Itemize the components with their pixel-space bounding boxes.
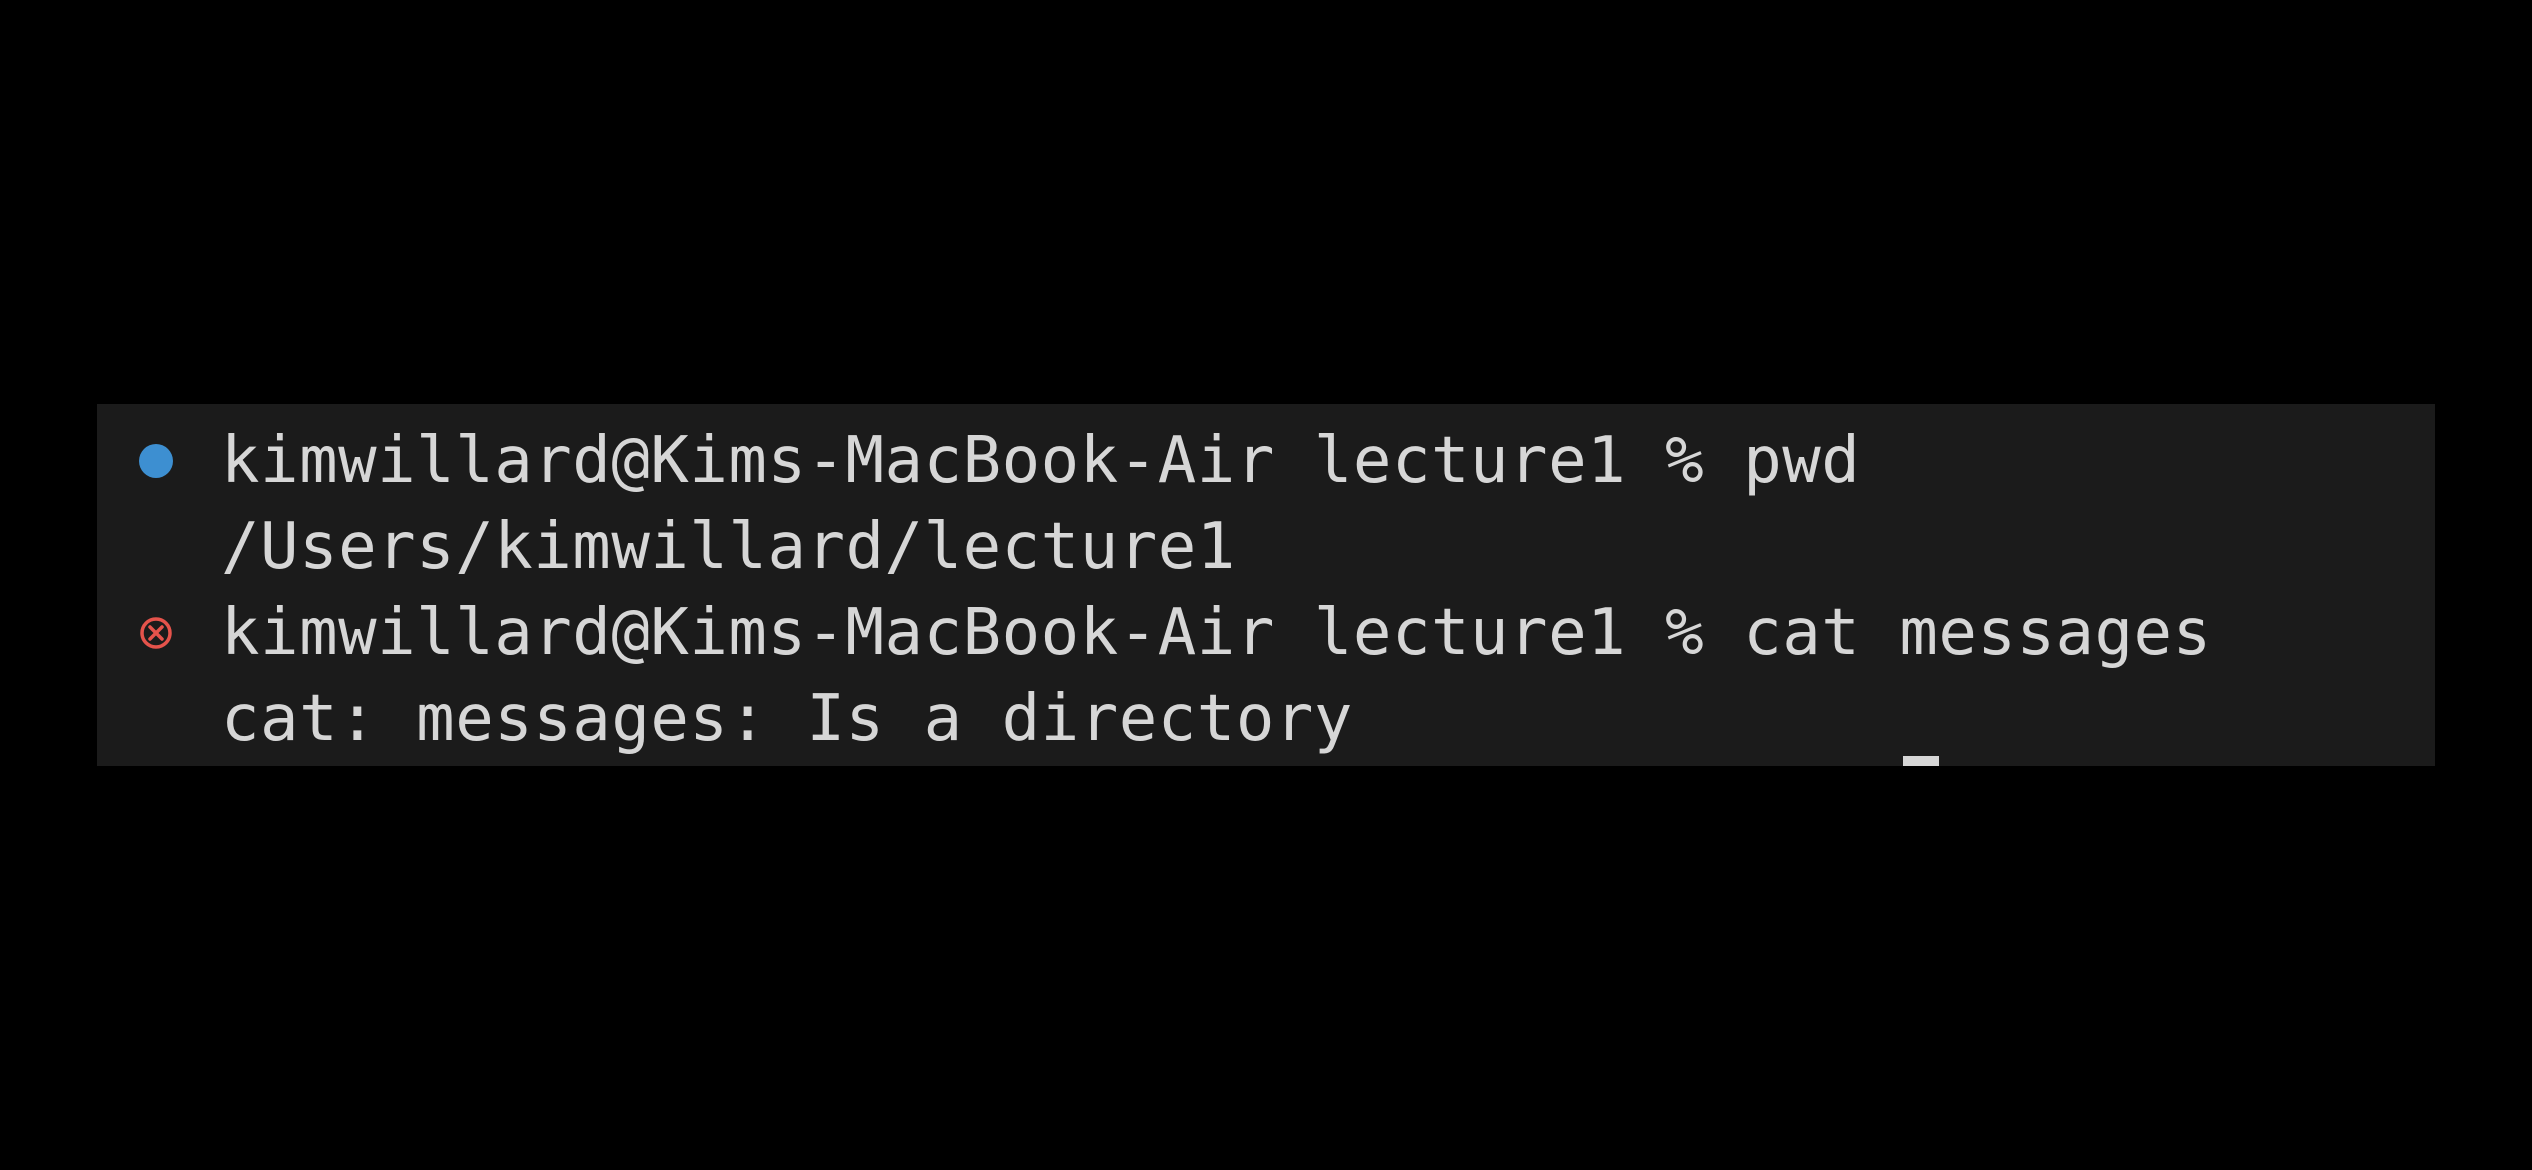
command-success-dot-icon[interactable]: [139, 444, 173, 478]
partial-prompt-text: kimwillard@Kims-MacBook-Air lecture1 %: [221, 754, 1743, 766]
terminal-panel[interactable]: kimwillard@Kims-MacBook-Air lecture1 % p…: [97, 404, 2435, 766]
command-text: kimwillard@Kims-MacBook-Air lecture1 % c…: [221, 596, 2212, 670]
terminal-line-output: /Users/kimwillard/lecture1: [97, 504, 2435, 590]
terminal-line-output: cat: messages: Is a directory: [97, 676, 2435, 762]
command-error-circle-icon[interactable]: [139, 616, 173, 650]
error-output-text: cat: messages: Is a directory: [221, 682, 1353, 756]
output-text: /Users/kimwillard/lecture1: [221, 510, 1236, 584]
partial-prompt-line: kimwillard@Kims-MacBook-Air lecture1 %: [221, 754, 1921, 766]
command-text: kimwillard@Kims-MacBook-Air lecture1 % p…: [221, 424, 1861, 498]
terminal-line-command: kimwillard@Kims-MacBook-Air lecture1 % c…: [97, 590, 2435, 676]
terminal-cursor: [1903, 756, 1939, 766]
terminal-line-command: kimwillard@Kims-MacBook-Air lecture1 % p…: [97, 418, 2435, 504]
